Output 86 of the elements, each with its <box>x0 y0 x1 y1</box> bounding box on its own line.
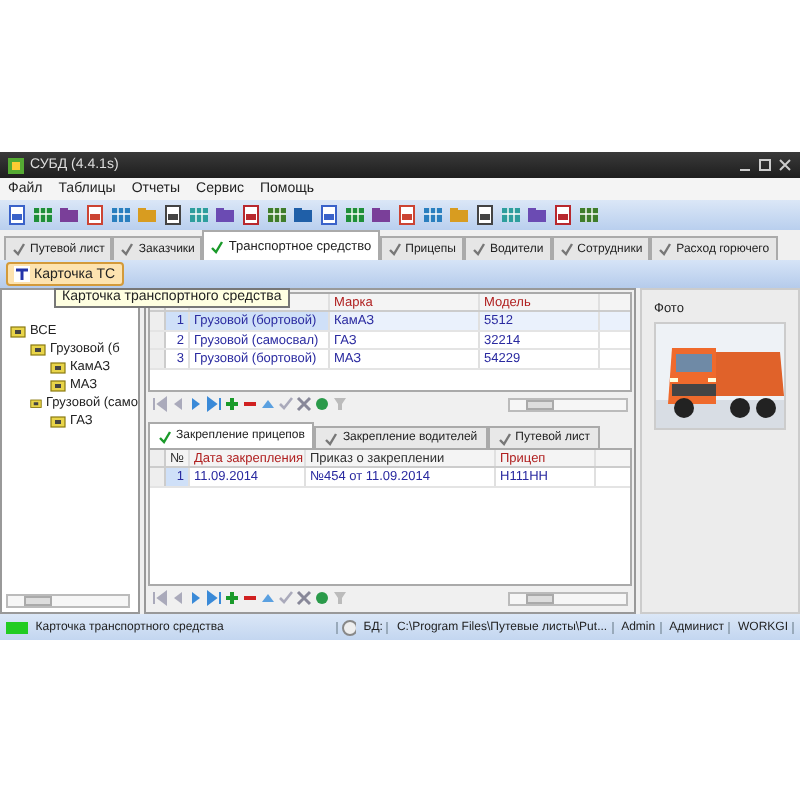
folder-icon[interactable] <box>214 204 236 226</box>
triangle-left-icon <box>170 396 186 412</box>
skip-forward-icon <box>206 396 222 412</box>
triangle-right-icon <box>188 396 204 412</box>
document-icon[interactable] <box>240 204 262 226</box>
document-icon[interactable] <box>162 204 184 226</box>
check-icon <box>497 431 512 445</box>
table-icon[interactable] <box>578 204 600 226</box>
plus-button[interactable] <box>224 395 240 413</box>
check-icon <box>387 242 402 256</box>
skip-back-button[interactable] <box>152 395 168 413</box>
refresh-button[interactable] <box>314 395 330 413</box>
close-icon <box>296 396 312 412</box>
folder-icon <box>50 360 66 374</box>
close-icon[interactable] <box>778 158 792 172</box>
plus-icon <box>224 590 240 606</box>
check-button[interactable] <box>278 395 294 413</box>
folder-icon[interactable] <box>370 204 392 226</box>
check-icon <box>278 590 294 606</box>
scrollbar[interactable] <box>508 397 628 411</box>
table-icon[interactable] <box>32 204 54 226</box>
folder-icon <box>30 342 46 356</box>
check-icon <box>158 429 172 443</box>
skip-forward-button[interactable] <box>206 589 222 607</box>
triangle-up-button[interactable] <box>260 589 276 607</box>
folder-icon[interactable] <box>58 204 80 226</box>
folder-icon <box>10 324 26 338</box>
triangle-up-icon <box>260 396 276 412</box>
table-icon[interactable] <box>344 204 366 226</box>
funnel-button[interactable] <box>332 589 348 607</box>
folder-icon[interactable] <box>292 204 314 226</box>
triangle-left-button[interactable] <box>170 395 186 413</box>
folder-icon[interactable] <box>526 204 548 226</box>
minus-icon <box>242 396 258 412</box>
funnel-button[interactable] <box>332 395 348 413</box>
funnel-icon <box>332 590 348 606</box>
folder-icon <box>30 396 42 410</box>
close-button[interactable] <box>296 395 312 413</box>
funnel-icon <box>332 396 348 412</box>
minus-icon <box>242 590 258 606</box>
refresh-button[interactable] <box>314 589 330 607</box>
triangle-right-button[interactable] <box>188 395 204 413</box>
table-icon[interactable] <box>422 204 444 226</box>
folder-icon <box>50 378 66 392</box>
close-button[interactable] <box>296 589 312 607</box>
clock-icon <box>341 619 356 635</box>
check-icon <box>12 242 26 256</box>
check-icon <box>120 242 135 256</box>
triangle-up-icon <box>260 590 276 606</box>
folder-icon <box>50 414 66 428</box>
skip-back-icon <box>152 396 168 412</box>
document-icon[interactable] <box>396 204 418 226</box>
close-icon <box>296 590 312 606</box>
document-icon[interactable] <box>6 204 28 226</box>
maximize-icon[interactable] <box>758 158 772 172</box>
triangle-up-button[interactable] <box>260 395 276 413</box>
skip-back-button[interactable] <box>152 589 168 607</box>
app-icon <box>8 157 24 173</box>
check-icon <box>210 239 225 253</box>
status-indicator-icon <box>6 621 28 633</box>
document-icon[interactable] <box>474 204 496 226</box>
check-icon <box>278 396 294 412</box>
plus-button[interactable] <box>224 589 240 607</box>
table-icon[interactable] <box>110 204 132 226</box>
document-icon[interactable] <box>84 204 106 226</box>
document-icon[interactable] <box>318 204 340 226</box>
table-icon[interactable] <box>266 204 288 226</box>
triangle-right-icon <box>188 590 204 606</box>
document-icon[interactable] <box>552 204 574 226</box>
check-icon <box>559 242 574 256</box>
scrollbar[interactable] <box>6 593 130 607</box>
plus-icon <box>224 396 240 412</box>
skip-forward-icon <box>206 590 222 606</box>
skip-forward-button[interactable] <box>206 395 222 413</box>
scrollbar[interactable] <box>508 591 628 605</box>
check-icon <box>471 242 486 256</box>
triangle-left-icon <box>170 590 186 606</box>
check-icon <box>658 242 673 256</box>
triangle-left-button[interactable] <box>170 589 186 607</box>
check-button[interactable] <box>278 589 294 607</box>
check-icon <box>324 431 339 445</box>
skip-back-icon <box>152 590 168 606</box>
card-icon <box>14 266 30 282</box>
refresh-icon <box>314 590 330 606</box>
triangle-right-button[interactable] <box>188 589 204 607</box>
refresh-icon <box>314 396 330 412</box>
